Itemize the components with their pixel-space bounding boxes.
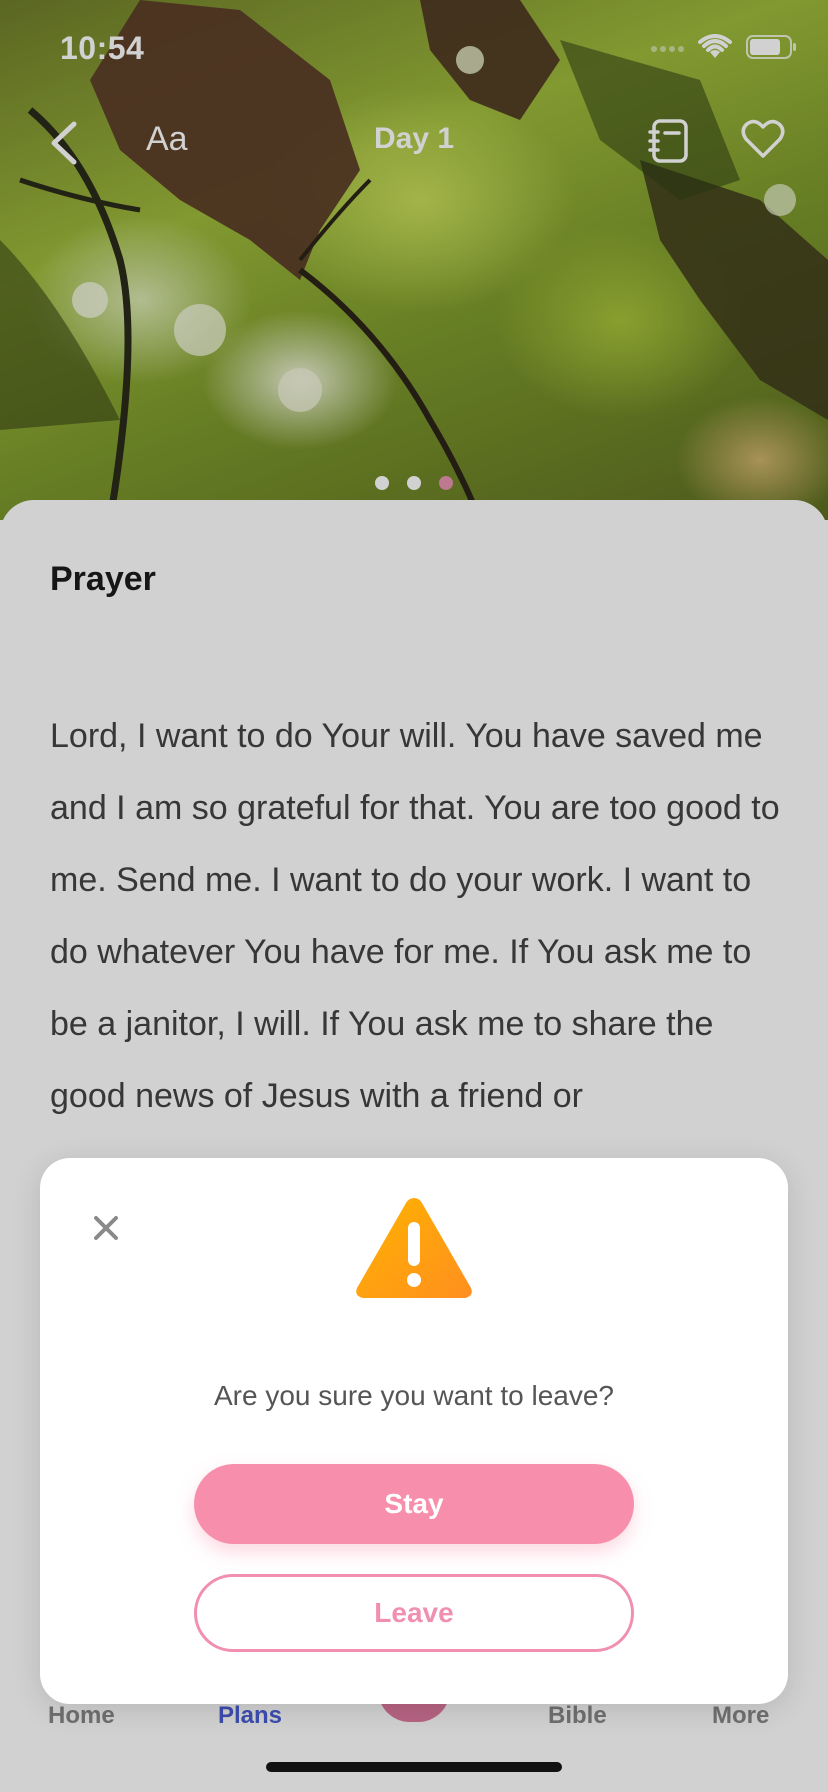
home-indicator bbox=[266, 1762, 562, 1772]
dialog-message: Are you sure you want to leave? bbox=[213, 1380, 614, 1411]
leave-button[interactable]: Leave bbox=[194, 1574, 634, 1652]
warning-icon bbox=[353, 1192, 475, 1302]
leave-confirmation-dialog: Are you sure you want to leave? Stay Lea… bbox=[40, 1158, 788, 1704]
stay-button[interactable]: Stay bbox=[194, 1464, 634, 1544]
close-icon[interactable] bbox=[90, 1212, 122, 1244]
